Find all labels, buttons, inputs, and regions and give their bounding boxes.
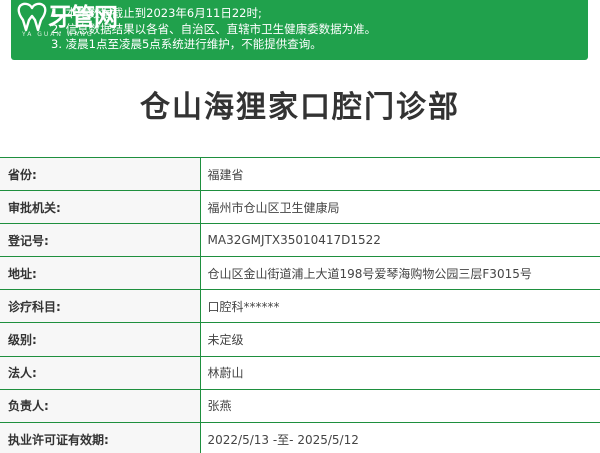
row-label: 地址: [0, 256, 201, 290]
row-label: 负责人: [0, 388, 201, 423]
table-row: 法人: 林蔚山 [0, 355, 600, 390]
table-row: 地址: 仓山区金山街道浦上大道198号爱琴海购物公园三层F3015号 [0, 256, 600, 290]
row-label: 执业许可证有效期: [0, 421, 201, 453]
row-label: 登记号: [0, 223, 201, 257]
row-label: 法人: [0, 355, 201, 390]
row-label: 审批机关: [0, 190, 201, 224]
row-value: 未定级 [200, 322, 600, 357]
table-row: 审批机关: 福州市仓山区卫生健康局 [0, 190, 600, 224]
row-value: 林蔚山 [200, 355, 600, 390]
row-value: MA32GMJTX35010417D1522 [200, 223, 600, 257]
logo-subtitle: YA GUAN WANG [22, 31, 94, 38]
row-value: 仓山区金山街道浦上大道198号爱琴海购物公园三层F3015号 [200, 256, 600, 290]
row-value: 张燕 [200, 388, 600, 423]
table-row: 诊疗科目: 口腔科****** [0, 289, 600, 323]
clinic-info-table: 省份: 福建省 审批机关: 福州市仓山区卫生健康局 登记号: MA32GMJTX… [0, 156, 600, 453]
tooth-icon [17, 2, 47, 32]
row-value: 福建省 [200, 156, 600, 191]
page-title: 仓山海狸家口腔门诊部 [140, 90, 460, 125]
table-row: 执业许可证有效期: 2022/5/13 -至- 2025/5/12 [0, 421, 600, 453]
site-logo[interactable]: 牙管网 YA GUAN WANG [4, 0, 134, 40]
table-row: 级别: 未定级 [0, 322, 600, 357]
table-row: 登记号: MA32GMJTX35010417D1522 [0, 223, 600, 257]
logo-brand: 牙管网 [48, 2, 118, 31]
row-value: 2022/5/13 -至- 2025/5/12 [200, 421, 600, 453]
table-row: 省份: 福建省 [0, 156, 600, 191]
table-row: 负责人: 张燕 [0, 388, 600, 423]
row-label: 省份: [0, 156, 201, 191]
row-value: 口腔科****** [200, 289, 600, 323]
row-label: 级别: [0, 322, 201, 357]
row-label: 诊疗科目: [0, 289, 201, 323]
row-value: 福州市仓山区卫生健康局 [200, 190, 600, 224]
